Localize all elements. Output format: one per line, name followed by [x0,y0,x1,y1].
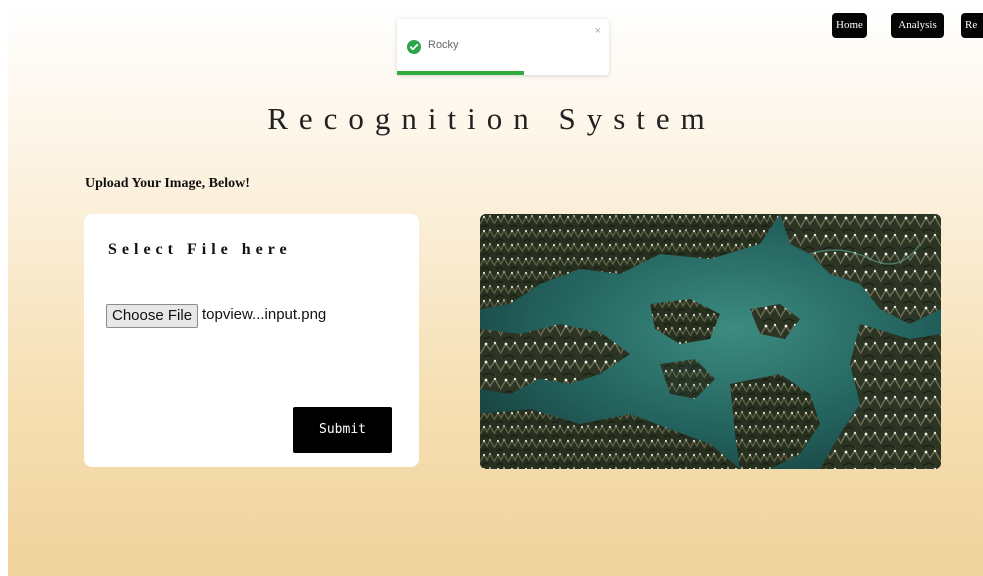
close-icon[interactable]: × [595,25,601,37]
upload-card: Select File here Choose File topview...i… [84,214,419,467]
page-title: Recognition System [267,101,716,136]
upload-label: Upload Your Image, Below! [85,176,250,191]
check-circle-icon [407,40,421,54]
toast-notification: Rocky × [397,19,609,75]
image-preview [480,214,941,469]
nav-analysis-button[interactable]: Analysis [891,13,944,38]
card-title: Select File here [108,241,292,258]
toast-progress-bar [397,71,525,75]
submit-button[interactable]: Submit [293,407,392,453]
satellite-image [480,214,941,469]
nav-third-button[interactable]: Re [961,13,983,38]
toast-progress-track [397,71,609,75]
choose-file-button[interactable]: Choose File [106,304,199,328]
selected-file-name: topview...input.png [202,306,327,323]
toast-message: Rocky [428,39,459,51]
nav-home-button[interactable]: Home [832,13,867,38]
